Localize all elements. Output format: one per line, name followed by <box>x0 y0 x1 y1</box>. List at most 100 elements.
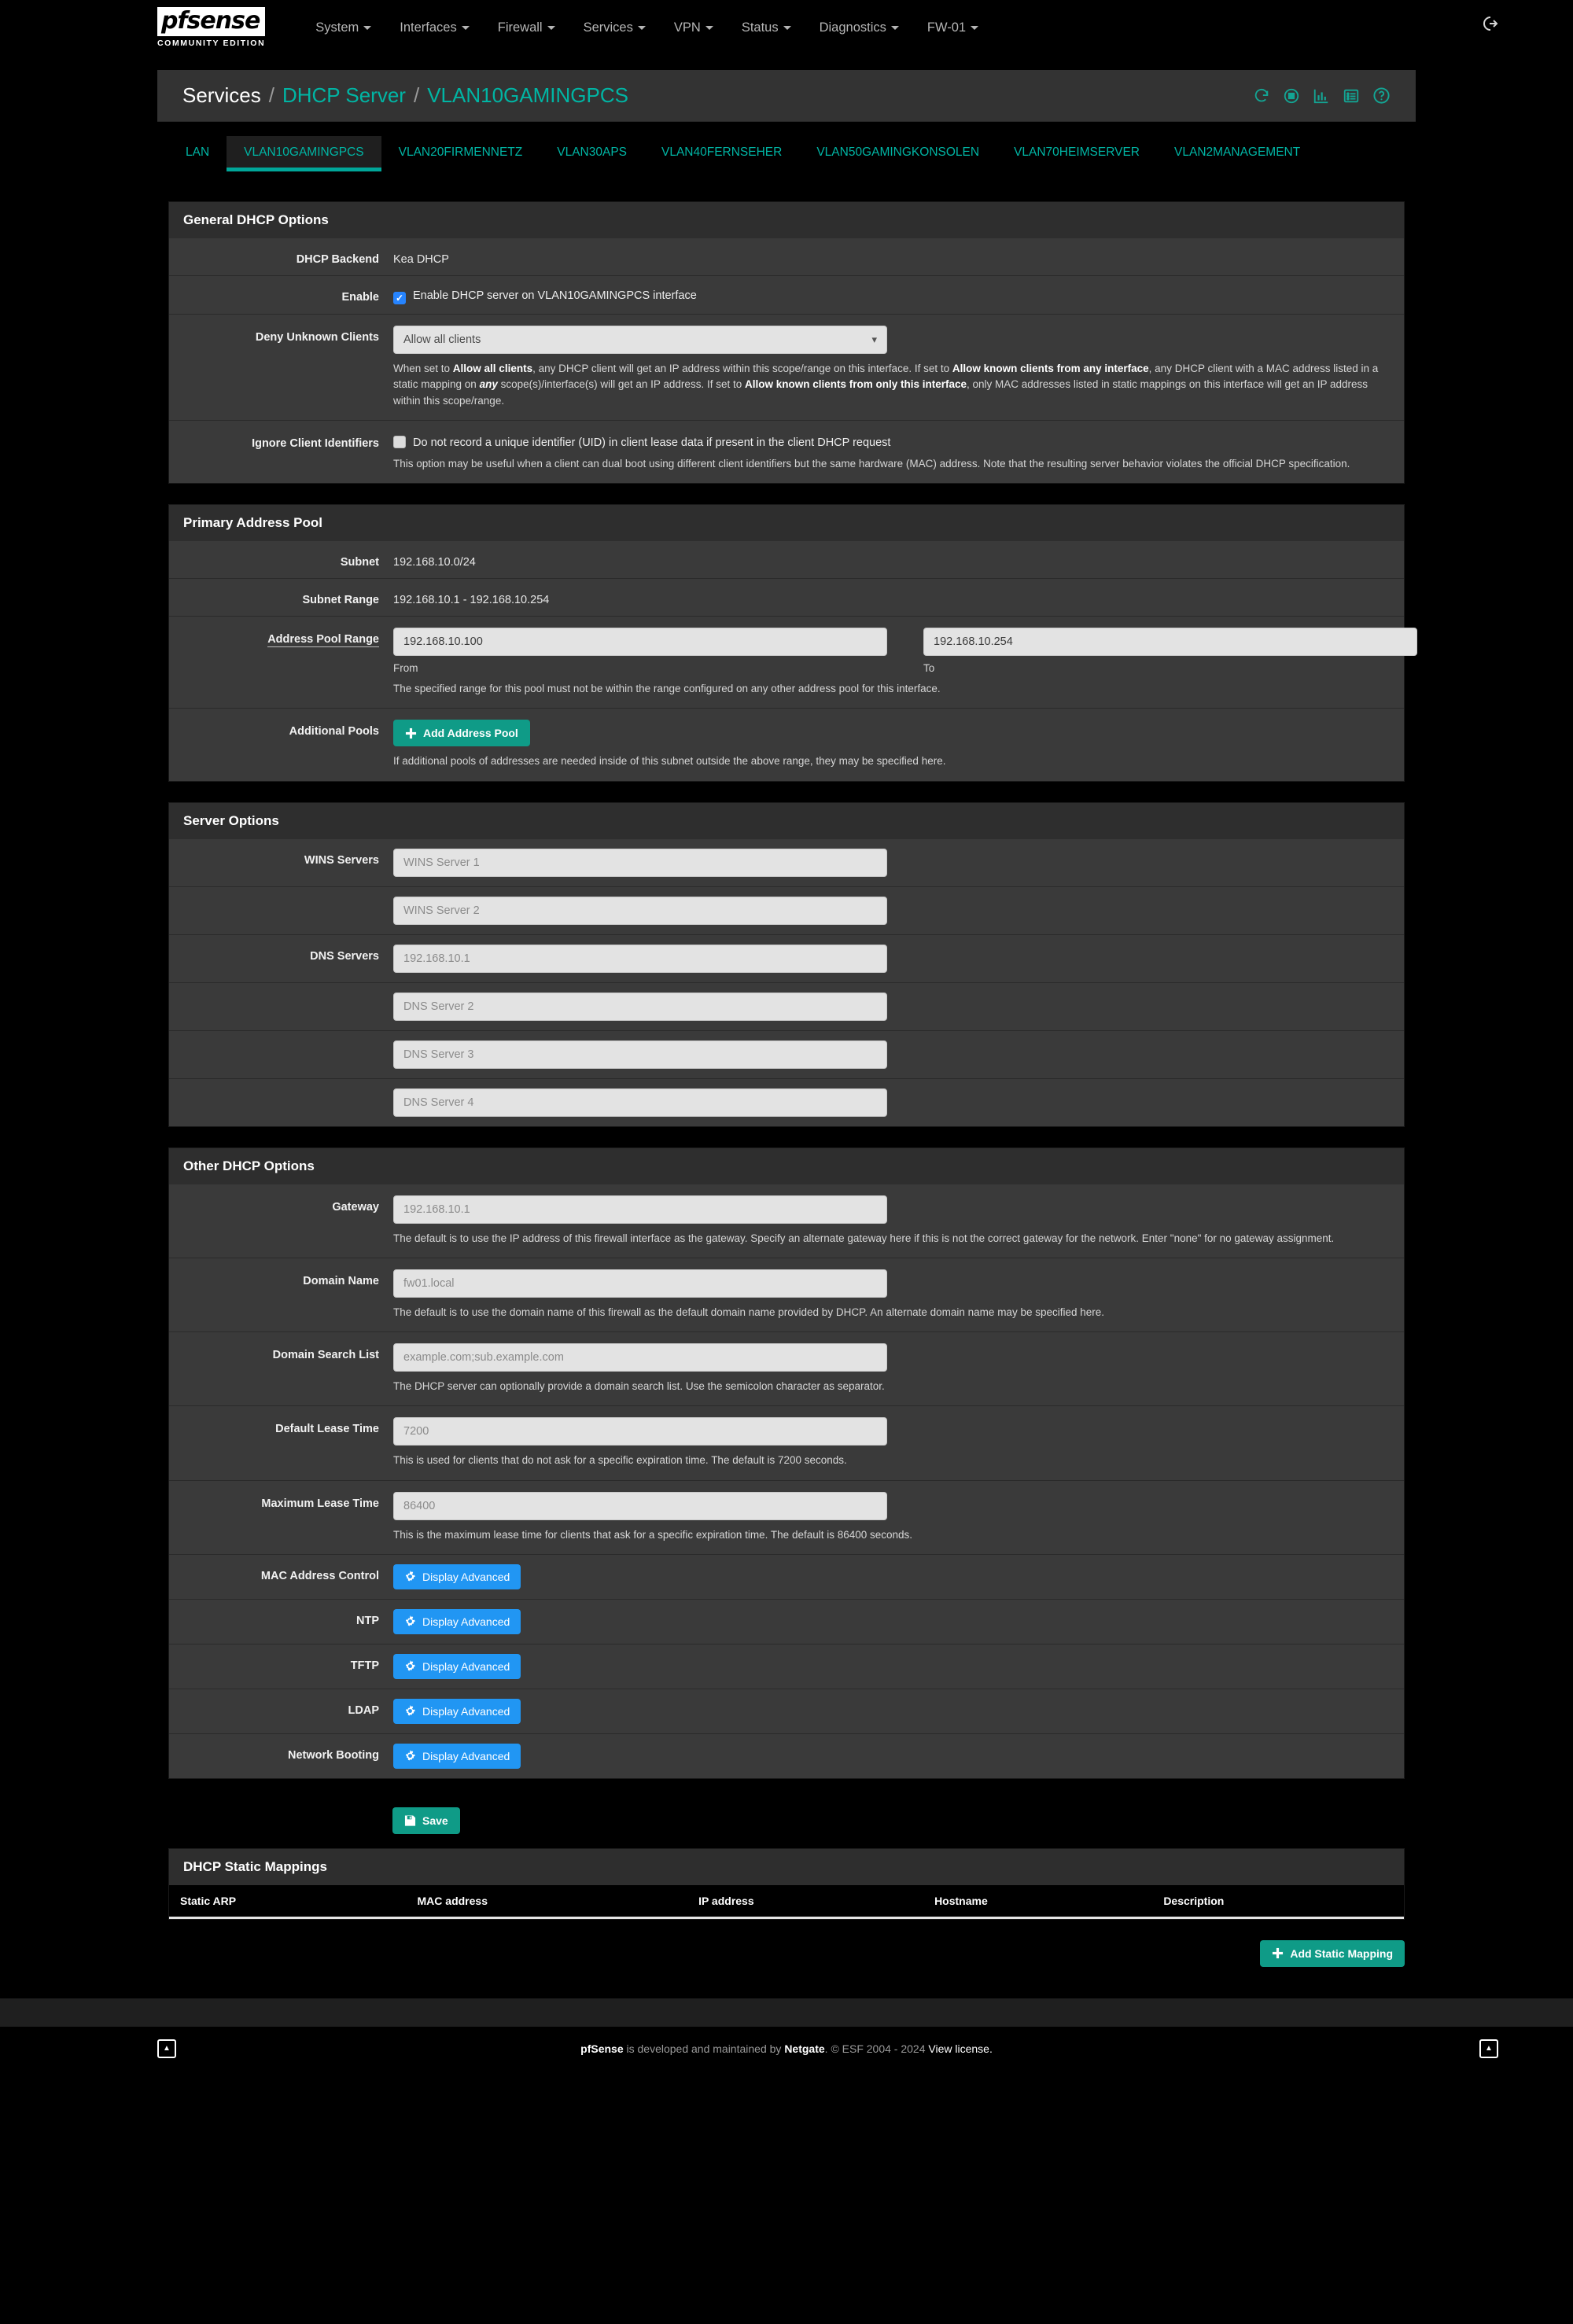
breadcrumb-link-dhcp-server[interactable]: DHCP Server <box>282 83 406 108</box>
ignore-checkbox-label: Do not record a unique identifier (UID) … <box>413 436 891 449</box>
footer-text: pfSense is developed and maintained by N… <box>580 2042 993 2055</box>
tab-vlan10gamingpcs[interactable]: VLAN10GAMINGPCS <box>227 136 381 171</box>
deny-content: Allow all clients ▾ When set to Allow al… <box>393 326 1404 409</box>
display-advanced-mac-address-control-button[interactable]: Display Advanced <box>393 1563 521 1589</box>
gateway-input[interactable]: 192.168.10.1 <box>393 1195 887 1224</box>
nav-item-status[interactable]: Status <box>728 0 805 55</box>
domain-name-input[interactable]: fw01.local <box>393 1269 887 1298</box>
tab-vlan30aps[interactable]: VLAN30APS <box>540 136 644 171</box>
panel-server-options: Server Options WINS Servers WINS Server 1… <box>168 801 1405 1127</box>
breadcrumb-current-interface[interactable]: VLAN10GAMINGPCS <box>427 83 628 108</box>
maximum-lease-time-input[interactable]: 86400 <box>393 1491 887 1520</box>
address-pool-inputs: 192.168.10.100 From 192.168.10.254 To <box>393 628 1417 674</box>
tab-vlan40fernseher[interactable]: VLAN40FERNSEHER <box>644 136 799 171</box>
logout-icon[interactable] <box>1479 0 1498 55</box>
plus-icon <box>405 727 417 739</box>
panel-body-other-options: Gateway 192.168.10.1 The default is to u… <box>168 1184 1405 1779</box>
dhcp-status-icon[interactable] <box>1313 87 1330 105</box>
pfsense-logo[interactable]: pfsense COMMUNITY EDITION <box>157 7 266 48</box>
dns-server-3-input[interactable]: DNS Server 3 <box>393 1040 887 1069</box>
network-booting-content: Display Advanced <box>393 1743 1404 1769</box>
tab-vlan20firmennetz[interactable]: VLAN20FIRMENNETZ <box>381 136 540 171</box>
tab-vlan2management[interactable]: VLAN2MANAGEMENT <box>1157 136 1317 171</box>
deny-help-bold-3: Allow known clients from only this inter… <box>744 378 967 391</box>
dhcp-leases-icon[interactable] <box>1343 87 1360 105</box>
chevron-down-icon <box>705 26 713 31</box>
row-dns-server-2: DNS Server 2 <box>169 982 1404 1031</box>
ldap-content: Display Advanced <box>393 1698 1404 1724</box>
scroll-top-right-button[interactable]: ▲ <box>1479 2039 1498 2058</box>
nav-item-diagnostics[interactable]: Diagnostics <box>805 0 913 55</box>
static-mappings-thead: Static ARP MAC address IP address Hostname D… <box>169 1884 1404 1919</box>
help-icon[interactable] <box>1372 87 1391 105</box>
panel-title-server-options: Server Options <box>168 801 1405 839</box>
display-advanced-ldap-button[interactable]: Display Advanced <box>393 1698 521 1724</box>
nav-item-services[interactable]: Services <box>569 0 660 55</box>
column-header-hostname: Hostname <box>923 1884 1153 1919</box>
ignore-content: Do not record a unique identifier (UID) … <box>393 432 1404 472</box>
row-ntp: NTP Display Advanced <box>169 1599 1404 1644</box>
address-pool-to-col: 192.168.10.254 To <box>923 628 1417 674</box>
footer-license-link[interactable]: View license. <box>928 2042 992 2055</box>
dns-server-2-input[interactable]: DNS Server 2 <box>393 992 887 1021</box>
add-static-mapping-row: Add Static Mapping <box>168 1939 1405 1967</box>
scroll-top-left-button[interactable]: ▲ <box>157 2039 176 2058</box>
enable-dhcp-checkbox[interactable]: ✓ <box>393 292 406 304</box>
chevron-down-icon <box>890 26 899 31</box>
tab-lan[interactable]: LAN <box>168 136 227 171</box>
row-ignore-client-identifiers: Ignore Client Identifiers Do not record … <box>169 420 1404 483</box>
tab-vlan50gamingkonsolen[interactable]: VLAN50GAMINGKONSOLEN <box>799 136 996 171</box>
label-maximum-lease-time: Maximum Lease Time <box>261 1497 379 1510</box>
nav-item-interfaces[interactable]: Interfaces <box>385 0 483 55</box>
address-pool-to-input[interactable]: 192.168.10.254 <box>923 628 1417 656</box>
nav-item-fw-01[interactable]: FW-01 <box>913 0 993 55</box>
display-advanced-tftp-button[interactable]: Display Advanced <box>393 1653 521 1679</box>
row-dns-server-4-content: DNS Server 4 <box>393 1088 1404 1117</box>
restart-service-icon[interactable] <box>1253 87 1270 105</box>
wins-server-1-input[interactable]: WINS Server 1 <box>393 848 887 877</box>
dns-server-4-input[interactable]: DNS Server 4 <box>393 1088 887 1117</box>
tab-vlan70heimserver[interactable]: VLAN70HEIMSERVER <box>996 136 1157 171</box>
display-advanced-label: Display Advanced <box>422 1659 510 1673</box>
display-advanced-network-booting-button[interactable]: Display Advanced <box>393 1743 521 1769</box>
gateway-help: The default is to use the IP address of … <box>393 1232 1335 1244</box>
default-lease-help: This is used for clients that do not ask… <box>393 1454 847 1467</box>
stop-service-icon[interactable] <box>1283 87 1300 105</box>
add-address-pool-button[interactable]: Add Address Pool <box>393 720 530 747</box>
footer-spacer <box>0 1998 1573 2027</box>
nav-item-firewall[interactable]: Firewall <box>484 0 569 55</box>
gear-icon <box>404 1705 416 1717</box>
breadcrumb-separator-1: / <box>268 83 274 107</box>
row-domain-name: Domain Name fw01.local The default is to… <box>169 1258 1404 1332</box>
nav-item-label: System <box>315 20 359 35</box>
nav-item-vpn[interactable]: VPN <box>660 0 728 55</box>
table-header-row: Static ARP MAC address IP address Hostname D… <box>169 1884 1404 1919</box>
domain-search-list-input[interactable]: example.com;sub.example.com <box>393 1343 887 1372</box>
gear-icon <box>404 1615 416 1627</box>
dns-server-1-input[interactable]: 192.168.10.1 <box>393 944 887 973</box>
nav-item-label: Diagnostics <box>819 20 886 35</box>
address-pool-from-sublabel: From <box>393 662 418 674</box>
address-pool-from-input[interactable]: 192.168.10.100 <box>393 628 887 656</box>
column-header-ip-address: IP address <box>687 1884 924 1919</box>
add-static-mapping-button[interactable]: Add Static Mapping <box>1260 1939 1405 1967</box>
wins-server-2-input[interactable]: WINS Server 2 <box>393 896 887 925</box>
label-deny-unknown-clients: Deny Unknown Clients <box>255 331 379 344</box>
label-dhcp-backend: DHCP Backend <box>296 253 379 266</box>
panel-body-general: DHCP Backend Kea DHCP Enable ✓ Enable DHC… <box>168 238 1405 484</box>
nav-item-system[interactable]: System <box>301 0 385 55</box>
gateway-content: 192.168.10.1 The default is to use the I… <box>393 1195 1404 1247</box>
save-button[interactable]: Save <box>392 1807 460 1834</box>
label-dns-empty <box>169 1088 393 1094</box>
deny-unknown-clients-select[interactable]: Allow all clients ▾ <box>393 326 887 354</box>
chevron-down-icon <box>637 26 646 31</box>
label-dns-empty <box>169 1040 393 1046</box>
domain-name-content: fw01.local The default is to use the dom… <box>393 1269 1404 1320</box>
display-advanced-ntp-button[interactable]: Display Advanced <box>393 1608 521 1634</box>
panel-title-other-options: Other DHCP Options <box>168 1147 1405 1184</box>
ignore-client-identifiers-checkbox[interactable] <box>393 435 406 448</box>
deny-help-bold-1: Allow all clients <box>452 363 533 374</box>
panel-other-dhcp-options: Other DHCP Options Gateway 192.168.10.1 … <box>168 1147 1405 1779</box>
row-address-pool-range: Address Pool Range 192.168.10.100 From 1… <box>169 617 1417 709</box>
default-lease-time-input[interactable]: 7200 <box>393 1417 887 1446</box>
